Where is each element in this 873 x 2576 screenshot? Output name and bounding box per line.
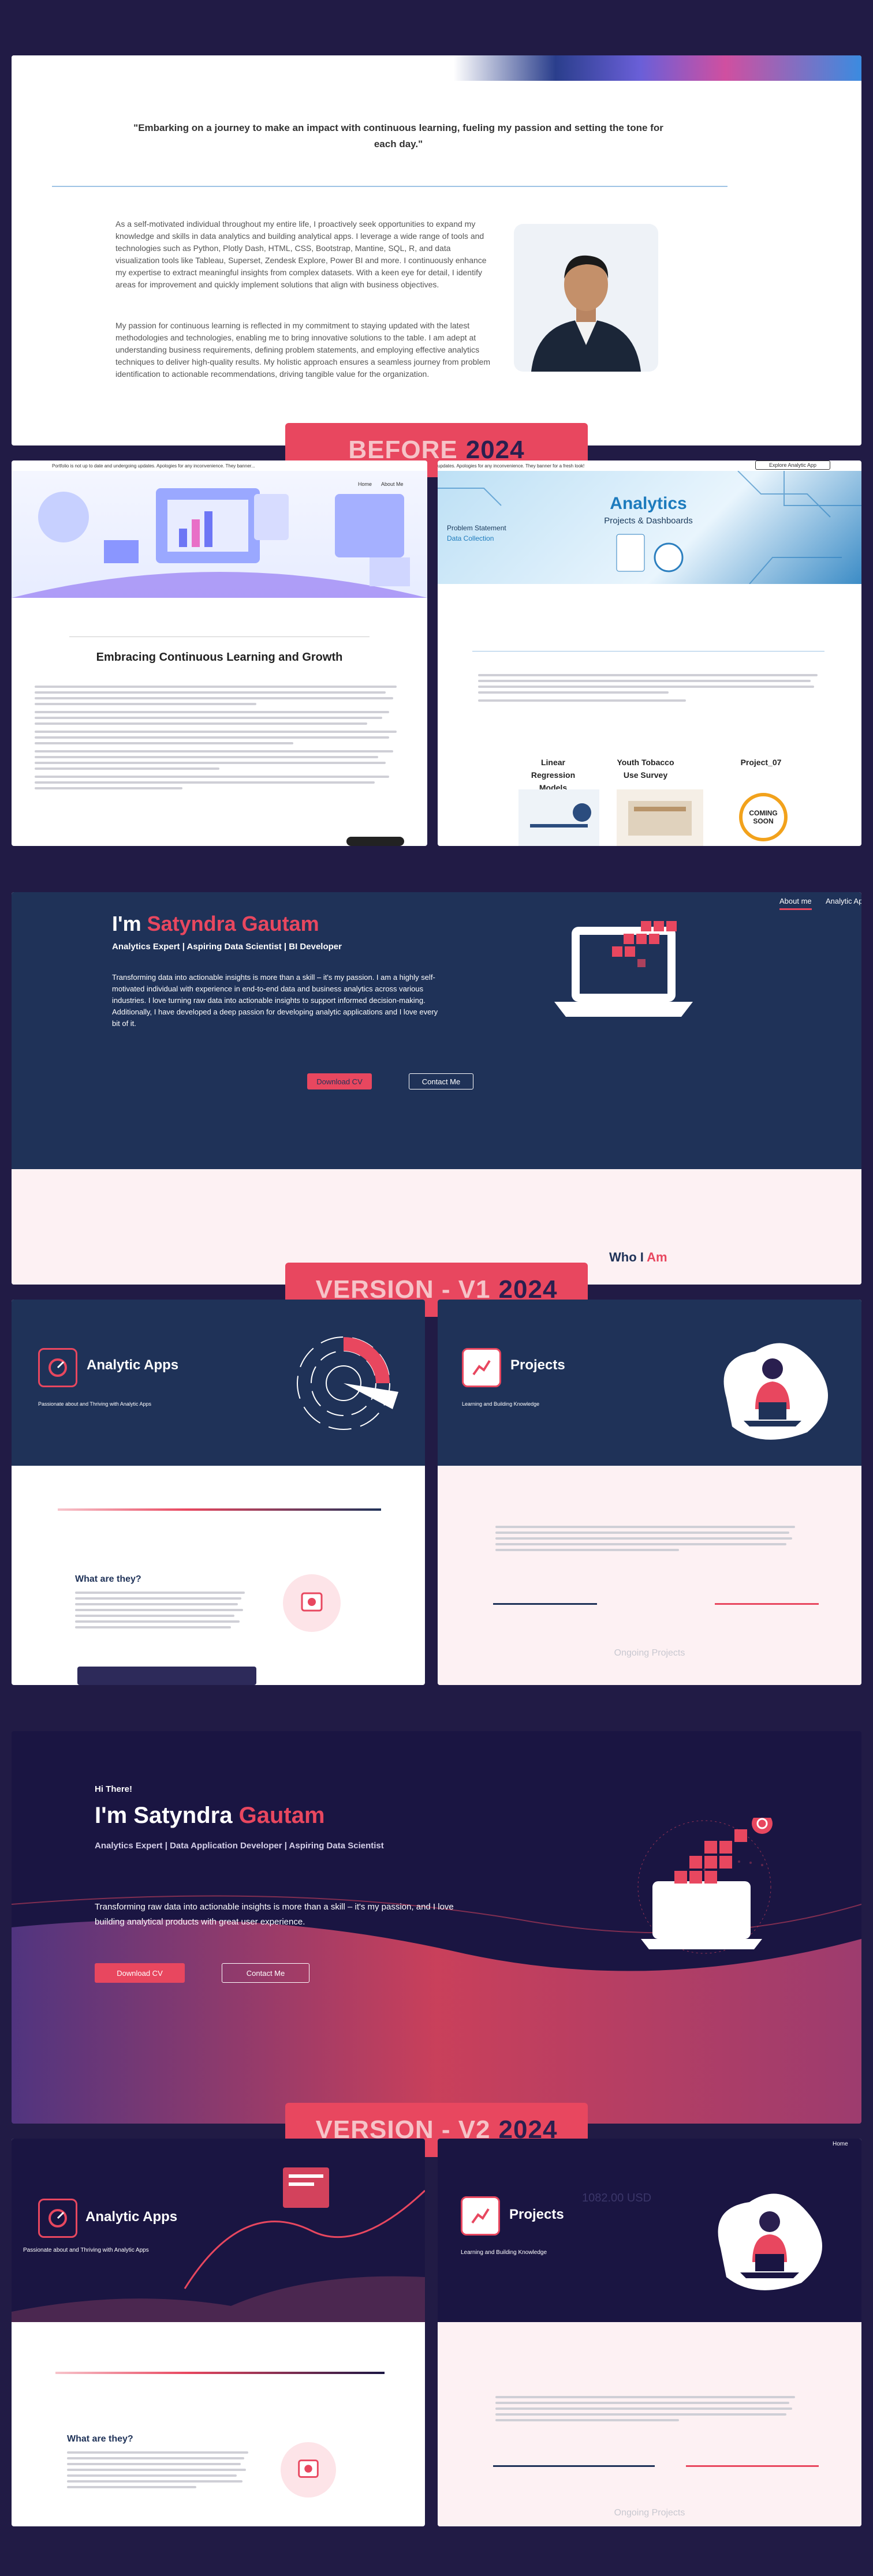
v1-roles: Analytics Expert | Aspiring Data Scienti…: [112, 942, 342, 952]
project-thumbnail-1[interactable]: [518, 789, 599, 846]
update-ticker: Portfolio is not up to date and undergoi…: [52, 463, 255, 469]
ongoing-divider-left: [493, 1603, 597, 1605]
projects-intro-text: [495, 2396, 801, 2425]
v1-apps-title: Analytic Apps: [87, 1357, 179, 1373]
v1-projects-title: Projects: [510, 1357, 565, 1373]
ongoing-divider-left: [493, 2465, 655, 2467]
v1-projects-page: Projects Learning and Building Knowledge…: [438, 1300, 861, 1685]
section-divider: [472, 651, 824, 652]
v2-hero-section: Hi There! I'm Satyndra Gautam Analytics …: [12, 1731, 861, 2124]
who-i-am-heading: Who I Am: [609, 1250, 667, 1265]
laptop-illustration: [554, 915, 704, 1025]
problem-statement-label: Problem Statement: [447, 524, 506, 532]
hero-name-highlight: Gautam: [238, 1803, 325, 1828]
v2-apps-title: Analytic Apps: [85, 2209, 178, 2225]
hero-quote: "Embarking on a journey to make an impac…: [133, 122, 663, 149]
v1-nav-about[interactable]: About me: [779, 897, 812, 910]
coming-soon-badge: COMING SOON: [739, 793, 788, 841]
v2-ongoing-projects: Ongoing Projects: [614, 2508, 685, 2518]
app-icon-illustration: [283, 1574, 341, 1632]
project-thumbnail-2[interactable]: [617, 789, 703, 846]
analytics-gauge-icon: [38, 1348, 77, 1387]
about-section: "Embarking on a journey to make an impac…: [12, 55, 861, 445]
v2-what-are-they: What are they?: [67, 2434, 133, 2444]
app-icon-illustration: [281, 2442, 336, 2498]
greeting-prefix: I'm Satyndra: [95, 1803, 239, 1828]
ongoing-divider-right: [686, 2465, 819, 2467]
v1-nav-analytic-app[interactable]: Analytic App: [826, 897, 861, 905]
about-paragraph-2: My passion for continuous learning is re…: [115, 321, 490, 379]
radial-chart-illustration: [283, 1323, 404, 1444]
data-collection-label: Data Collection: [447, 534, 494, 542]
v2-projects-subtitle: Learning and Building Knowledge: [461, 2249, 547, 2256]
what-are-they-body: [67, 2451, 252, 2492]
about-paragraph-1: As a self-motivated individual throughou…: [115, 219, 487, 289]
v1-what-are-they: What are they?: [75, 1574, 141, 1584]
v2-analytic-apps-page: Analytic Apps Passionate about and Thriv…: [12, 2139, 425, 2526]
analytics-intro-text: [478, 674, 824, 705]
v2-projects-title: Projects: [509, 2207, 564, 2222]
page-footer-pill: [346, 837, 404, 846]
apps-divider: [58, 1508, 381, 1511]
app-preview-bar[interactable]: [77, 1667, 256, 1685]
v1-hero-section: About me Analytic App I'm Satyndra Gauta…: [12, 892, 861, 1285]
person-laptop-illustration: [703, 2185, 836, 2294]
download-cv-button[interactable]: Download CV: [307, 1073, 372, 1089]
hero-illustration: [12, 471, 427, 598]
project-title-1: Linear Regression Models: [531, 758, 576, 792]
v1-analytic-apps-page: Analytic Apps Passionate about and Thriv…: [12, 1300, 425, 1685]
before-right-screenshot: updates. Apologies for any inconvenience…: [438, 460, 861, 846]
update-ticker-right: updates. Apologies for any inconvenience…: [438, 463, 585, 469]
learning-body-text: [35, 686, 404, 793]
projects-chart-icon: [461, 2196, 500, 2236]
v2-nav-home[interactable]: Home: [833, 2141, 848, 2147]
section-divider: [69, 636, 370, 637]
header-tech-strip: [12, 55, 861, 81]
v1-intro: Transforming data into actionable insigh…: [112, 973, 438, 1028]
hero-name: Satyndra Gautam: [147, 912, 319, 935]
analytics-subtitle: Projects & Dashboards: [604, 516, 693, 526]
who-prefix: Who I: [609, 1250, 647, 1264]
price-tag: 1082.00 USD: [582, 2192, 652, 2204]
nav-about-link[interactable]: About Me: [381, 481, 404, 487]
projects-intro-text: [495, 1526, 801, 1555]
v2-hi-there: Hi There!: [95, 1784, 133, 1794]
v2-projects-page: Home 1082.00 USD Projects Learning and B…: [438, 2139, 861, 2526]
who-suffix: Am: [647, 1250, 667, 1264]
profile-photo: [514, 224, 658, 372]
learning-heading: Embracing Continuous Learning and Growth: [96, 651, 343, 664]
v2-hero-title: I'm Satyndra Gautam: [95, 1803, 325, 1829]
project-title-2: Youth Tobacco Use Survey: [617, 758, 674, 780]
explore-analytic-app-button[interactable]: Explore Analytic App: [755, 460, 830, 470]
before-left-screenshot: Portfolio is not up to date and undergoi…: [12, 460, 427, 846]
v2-roles: Analytics Expert | Data Application Deve…: [95, 1841, 384, 1851]
quote-divider: [52, 186, 727, 187]
what-are-they-body: [75, 1592, 248, 1632]
analytics-title: Analytics: [610, 494, 687, 513]
coming-soon-text: COMING SOON: [749, 809, 778, 825]
v1-projects-subtitle: Learning and Building Knowledge: [462, 1401, 540, 1407]
projects-chart-icon: [462, 1348, 501, 1387]
apps-divider: [55, 2372, 385, 2374]
greeting-prefix: I'm: [112, 912, 147, 935]
ongoing-divider-right: [715, 1603, 819, 1605]
v1-ongoing-projects: Ongoing Projects: [614, 1648, 685, 1658]
contact-me-button[interactable]: Contact Me: [409, 1073, 473, 1089]
v2-apps-subtitle: Passionate about and Thriving with Analy…: [23, 2247, 149, 2253]
person-laptop-illustration: [709, 1334, 836, 1444]
v2-laptop-illustration: [618, 1813, 791, 1956]
download-cv-button[interactable]: Download CV: [95, 1963, 185, 1983]
v1-hero-title: I'm Satyndra Gautam: [112, 912, 319, 936]
v2-intro: Transforming raw data into actionable in…: [95, 1902, 454, 1927]
nav-home-link[interactable]: Home: [358, 481, 372, 487]
contact-me-button[interactable]: Contact Me: [222, 1963, 309, 1983]
project-title-3: Project_07: [740, 758, 782, 767]
v1-apps-subtitle: Passionate about and Thriving with Analy…: [38, 1401, 151, 1407]
analytics-gauge-icon: [38, 2199, 77, 2238]
